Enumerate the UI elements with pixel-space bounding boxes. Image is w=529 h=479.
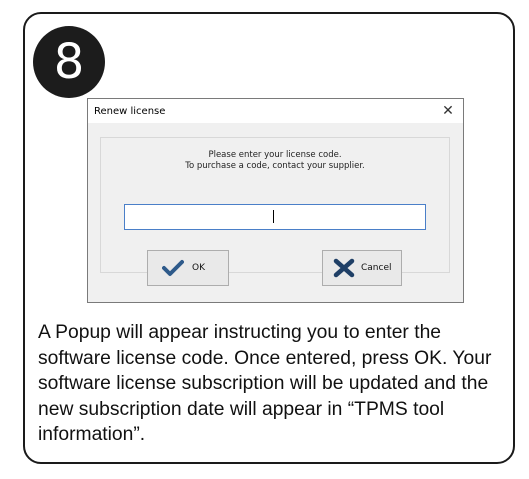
dialog-title: Renew license xyxy=(94,106,166,117)
step-number-badge: 8 xyxy=(33,26,105,98)
text-caret xyxy=(273,210,274,223)
renew-license-dialog: Renew license ✕ Please enter your licens… xyxy=(87,98,464,303)
close-button[interactable]: ✕ xyxy=(437,101,459,121)
cross-icon xyxy=(333,258,355,278)
instruction-caption: A Popup will appear instructing you to e… xyxy=(38,322,492,445)
cancel-button[interactable]: Cancel xyxy=(322,250,402,286)
ok-button[interactable]: OK xyxy=(147,250,229,286)
close-icon: ✕ xyxy=(442,103,454,119)
checkmark-icon xyxy=(162,259,184,277)
dialog-titlebar: Renew license ✕ xyxy=(88,99,463,123)
ok-button-label: OK xyxy=(192,263,205,273)
message-line-2: To purchase a code, contact your supplie… xyxy=(185,161,365,171)
message-line-1: Please enter your license code. xyxy=(208,150,342,160)
cancel-button-label: Cancel xyxy=(361,263,392,273)
license-code-input[interactable] xyxy=(124,204,426,230)
step-number: 8 xyxy=(53,34,85,90)
